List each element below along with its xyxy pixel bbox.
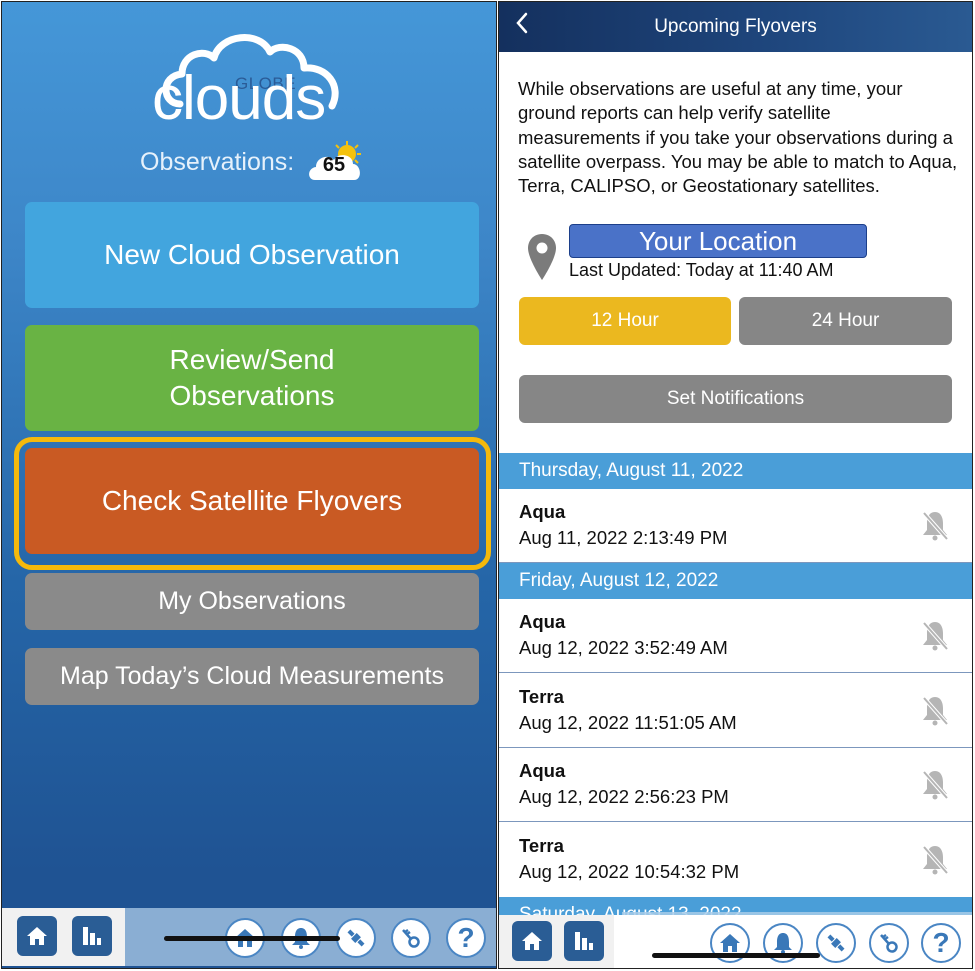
observations-count: 65 — [322, 154, 346, 176]
help-icon: ? — [932, 927, 950, 958]
bar-chart-icon — [575, 932, 593, 950]
review-send-label: Review/Send Observations — [169, 343, 335, 411]
home-screen: GLOBE clouds Observations: 65 New Cloud … — [1, 1, 497, 969]
satellite-name: Aqua — [519, 760, 566, 781]
nav-satellite-button[interactable] — [336, 918, 376, 958]
set-notifications-button[interactable]: Set Notifications — [519, 375, 952, 423]
nav-key-button[interactable] — [391, 918, 431, 958]
flyover-time: Aug 12, 2022 2:56:23 PM — [519, 786, 729, 807]
intro-text: While observations are useful at any tim… — [518, 78, 958, 197]
nav-help-button[interactable]: ? — [446, 918, 486, 958]
satellite-icon — [827, 934, 845, 952]
last-updated-text: Last Updated: Today at 11:40 AM — [569, 260, 834, 280]
stats-button[interactable] — [72, 916, 112, 956]
flyover-time: Aug 12, 2022 3:52:49 AM — [519, 637, 728, 658]
home-icon — [27, 927, 47, 945]
home-indicator[interactable] — [164, 936, 340, 941]
location-pin-icon — [528, 234, 556, 280]
logo-clouds-text: clouds — [152, 64, 326, 133]
bell-icon — [774, 933, 792, 954]
home-icon — [720, 934, 740, 952]
satellite-icon — [347, 929, 365, 947]
my-observations-button[interactable]: My Observations — [25, 573, 479, 630]
bar-chart-icon — [83, 927, 101, 945]
nav-help-button[interactable]: ? — [921, 923, 961, 963]
observations-label: Observations: — [140, 148, 295, 176]
observations-count-badge: 65 — [307, 140, 363, 184]
satellite-name: Aqua — [519, 611, 566, 632]
bottom-toolbar: ? — [499, 915, 972, 968]
24-hour-toggle[interactable]: 24 Hour — [739, 297, 952, 345]
home-indicator[interactable] — [652, 953, 820, 958]
satellite-name: Terra — [519, 835, 564, 856]
bell-off-icon[interactable] — [920, 843, 950, 877]
flyover-time: Aug 11, 2022 2:13:49 PM — [519, 527, 728, 548]
key-icon — [880, 933, 898, 953]
key-icon — [402, 928, 420, 948]
bottom-toolbar: ? — [2, 908, 496, 966]
help-icon: ? — [457, 922, 475, 953]
stats-button[interactable] — [564, 921, 604, 961]
home-button[interactable] — [512, 921, 552, 961]
home-icon — [522, 932, 542, 950]
map-cloud-measurements-button[interactable]: Map Today’s Cloud Measurements — [25, 648, 479, 705]
new-cloud-observation-button[interactable]: New Cloud Observation — [25, 202, 479, 308]
bell-off-icon[interactable] — [920, 768, 950, 802]
review-send-observations-button[interactable]: Review/Send Observations — [25, 325, 479, 431]
flyover-row[interactable]: Aqua Aug 12, 2022 3:52:49 AM — [499, 599, 972, 673]
page-title: Upcoming Flyovers — [654, 16, 817, 37]
satellite-name: Terra — [519, 686, 564, 707]
day-header: Friday, August 12, 2022 — [499, 563, 972, 599]
flyover-time: Aug 12, 2022 11:51:05 AM — [519, 712, 737, 733]
flyover-row[interactable]: Aqua Aug 12, 2022 2:56:23 PM — [499, 748, 972, 822]
nav-key-button[interactable] — [869, 923, 909, 963]
your-location-label: Your Location — [569, 224, 867, 258]
nav-satellite-button[interactable] — [816, 923, 856, 963]
day-header: Thursday, August 11, 2022 — [499, 453, 972, 489]
bell-off-icon[interactable] — [920, 509, 950, 543]
upcoming-flyovers-screen: Upcoming Flyovers While observations are… — [498, 1, 973, 969]
12-hour-toggle[interactable]: 12 Hour — [519, 297, 731, 345]
flyover-row[interactable]: Aqua Aug 11, 2022 2:13:49 PM — [499, 489, 972, 563]
flyover-row[interactable]: Terra Aug 12, 2022 11:51:05 AM — [499, 674, 972, 748]
bell-off-icon[interactable] — [920, 619, 950, 653]
bell-off-icon[interactable] — [920, 694, 950, 728]
header-bar: Upcoming Flyovers — [499, 2, 972, 52]
check-satellite-flyovers-button[interactable]: Check Satellite Flyovers — [25, 448, 479, 554]
flyover-row[interactable]: Terra Aug 12, 2022 10:54:32 PM — [499, 823, 972, 897]
globe-clouds-logo: GLOBE clouds — [142, 26, 362, 146]
home-button[interactable] — [17, 916, 57, 956]
satellite-name: Aqua — [519, 501, 566, 522]
flyover-time: Aug 12, 2022 10:54:32 PM — [519, 861, 740, 882]
